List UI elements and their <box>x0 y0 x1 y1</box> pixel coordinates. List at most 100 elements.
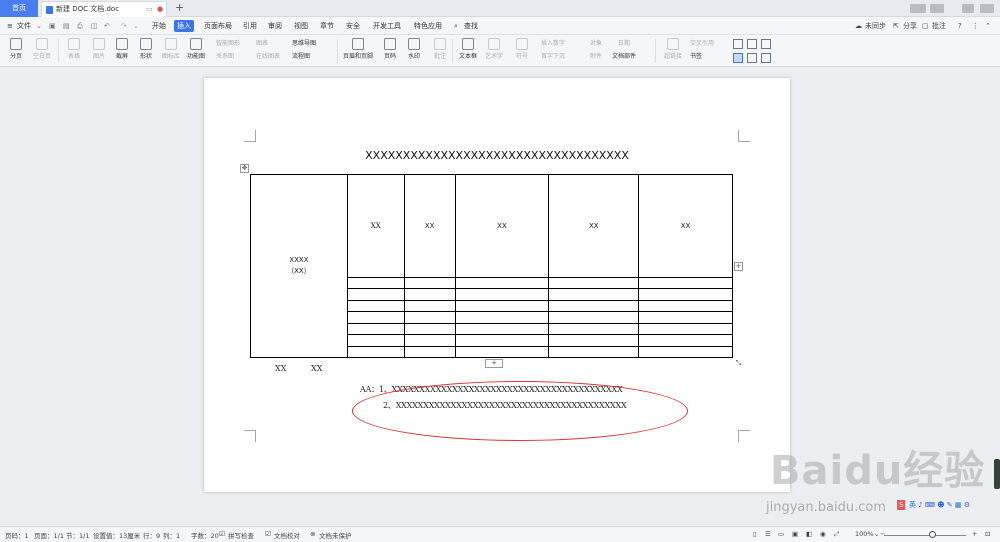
document-table[interactable]: XXXX （XX） XX XX XX XX XX <box>250 174 733 359</box>
ime-toolbar-icon[interactable]: 英 ♪ ⌨ ☻ ✎ ▦ ⚙ <box>909 500 970 510</box>
collapse-ribbon-icon[interactable]: ⌃ <box>985 20 991 32</box>
layout-view-icon[interactable]: ▯ <box>753 530 757 538</box>
table-cell[interactable] <box>403 288 456 301</box>
menu-developer[interactable]: 开发工具 <box>370 20 404 32</box>
hyperlink-button[interactable]: 超链接 <box>657 35 689 67</box>
table-cell[interactable] <box>454 299 550 313</box>
table-cell[interactable] <box>403 299 456 313</box>
function-chart-button[interactable]: 功能图 <box>180 35 212 67</box>
table-cell[interactable] <box>548 322 640 336</box>
preview-icon[interactable]: ◫ <box>88 20 101 32</box>
menu-search[interactable]: 查找 <box>461 20 481 32</box>
new-tab-button[interactable]: + <box>175 0 187 17</box>
protect-status[interactable]: 文档未保护 <box>319 530 352 540</box>
view-mode-icon[interactable] <box>747 53 757 63</box>
side-panel-tab[interactable] <box>994 459 1000 489</box>
table-cell[interactable] <box>548 299 640 313</box>
header-footer-button[interactable]: 页眉和页脚 <box>340 35 376 67</box>
table-cell[interactable] <box>403 322 456 336</box>
save-icon[interactable]: ▣ <box>46 20 59 32</box>
fit-page-icon[interactable]: ⊡ <box>985 530 990 538</box>
relation-map-button[interactable]: 关系图 <box>216 52 234 62</box>
view-mode-icon[interactable] <box>733 53 743 63</box>
home-tab[interactable]: 首页 <box>0 0 38 17</box>
proofread-icon[interactable]: ☑ <box>265 530 271 538</box>
flowchart-button[interactable]: 流程图 <box>292 52 310 62</box>
table-cell[interactable] <box>638 322 733 336</box>
attachment-button[interactable]: 附件 <box>590 52 602 62</box>
menu-insert[interactable]: 插入 <box>174 20 194 32</box>
zoom-level[interactable]: 100% <box>855 530 874 538</box>
menu-file[interactable]: 文件 <box>14 20 34 32</box>
table-cell[interactable] <box>346 334 405 347</box>
insert-number-button[interactable]: 插入数字 <box>541 39 565 49</box>
comment-button[interactable]: 批注 <box>932 20 946 32</box>
reading-view-icon[interactable]: ▭ <box>778 530 784 538</box>
fullscreen-icon[interactable]: ⤢ <box>834 530 839 539</box>
chevron-down-icon[interactable]: ⌄ <box>33 20 45 32</box>
ime-logo-icon[interactable]: S <box>897 500 906 510</box>
view-mode-icon[interactable] <box>761 39 771 49</box>
table-cell[interactable] <box>454 322 550 336</box>
smart-shape-button[interactable]: 智能图形 <box>216 39 240 49</box>
object-button[interactable]: 对象 <box>590 39 602 49</box>
date-button[interactable]: 日期 <box>618 39 630 49</box>
table-cell[interactable] <box>454 288 550 301</box>
table-header-cell[interactable]: XX <box>346 174 405 278</box>
table-cell[interactable] <box>548 334 640 347</box>
menu-references[interactable]: 引用 <box>240 20 260 32</box>
spell-check-icon[interactable]: ☑ <box>219 530 225 538</box>
table-cell[interactable] <box>346 345 405 359</box>
menu-start[interactable]: 开始 <box>149 20 169 32</box>
outline-view-icon[interactable]: ☰ <box>765 530 771 538</box>
first-drop-button[interactable]: 首字下沉 <box>541 52 565 62</box>
table-cell[interactable] <box>403 276 456 290</box>
zoom-in-icon[interactable]: + <box>972 530 977 538</box>
table-header-cell[interactable]: XX <box>638 174 733 278</box>
table-cell[interactable] <box>638 299 733 313</box>
table-cell[interactable] <box>454 334 550 347</box>
table-move-handle-icon[interactable]: ✥ <box>240 164 249 173</box>
menu-page-layout[interactable]: 页面布局 <box>201 20 235 32</box>
table-cell[interactable] <box>346 322 405 336</box>
table-cell[interactable] <box>638 288 733 301</box>
table-cell[interactable] <box>638 276 733 290</box>
more-icon[interactable]: ⋮ <box>972 20 979 32</box>
account-avatar[interactable] <box>910 4 926 13</box>
add-row-icon[interactable]: + <box>485 359 503 368</box>
menu-review[interactable]: 审阅 <box>265 20 285 32</box>
table-resize-handle-icon[interactable]: ⤡ <box>734 360 743 369</box>
chart-button[interactable]: 图表 <box>256 39 268 49</box>
menu-security[interactable]: 安全 <box>343 20 363 32</box>
view-mode-icon[interactable] <box>733 39 743 49</box>
blank-page-button[interactable]: 空白页 <box>26 35 58 67</box>
sync-status[interactable]: 未同步 <box>865 20 886 32</box>
proofread-button[interactable]: 文档校对 <box>274 530 300 540</box>
table-cell[interactable] <box>548 288 640 301</box>
table-header-cell[interactable]: XX <box>548 174 640 278</box>
zoom-slider[interactable] <box>884 535 966 536</box>
cloud-sync-icon[interactable]: ☁ <box>855 20 862 32</box>
menu-view[interactable]: 视图 <box>291 20 311 32</box>
vertical-scrollbar[interactable] <box>993 67 1000 526</box>
add-column-icon[interactable]: + <box>734 262 743 271</box>
table-cell[interactable] <box>346 299 405 313</box>
online-chart-button[interactable]: 在线图表 <box>256 52 280 62</box>
table-header-cell[interactable]: XX <box>403 174 456 278</box>
table-merged-cell[interactable]: XXXX （XX） <box>250 174 348 358</box>
document-tab[interactable]: 新建 DOC 文档.doc ▭ ● <box>41 1 167 17</box>
share-button[interactable]: 分享 <box>903 20 917 32</box>
cross-reference-button[interactable]: 交叉引用 <box>690 39 714 49</box>
web-view-icon[interactable]: ◧ <box>806 530 812 538</box>
table-cell[interactable] <box>454 345 550 359</box>
table-cell[interactable] <box>346 288 405 301</box>
zoom-out-icon[interactable]: − <box>880 530 885 538</box>
help-button[interactable]: ? <box>958 20 962 32</box>
comment-icon[interactable]: ▢ <box>922 20 929 32</box>
customize-icon[interactable]: ⌄ <box>130 20 142 32</box>
view-mode-icon[interactable] <box>761 53 771 63</box>
bookmark-button[interactable]: 书签 <box>690 52 702 62</box>
spell-check-button[interactable]: 拼写检查 <box>228 530 254 540</box>
protect-icon[interactable]: ⊗ <box>310 530 315 538</box>
pin-icon[interactable]: ▭ <box>146 2 153 17</box>
